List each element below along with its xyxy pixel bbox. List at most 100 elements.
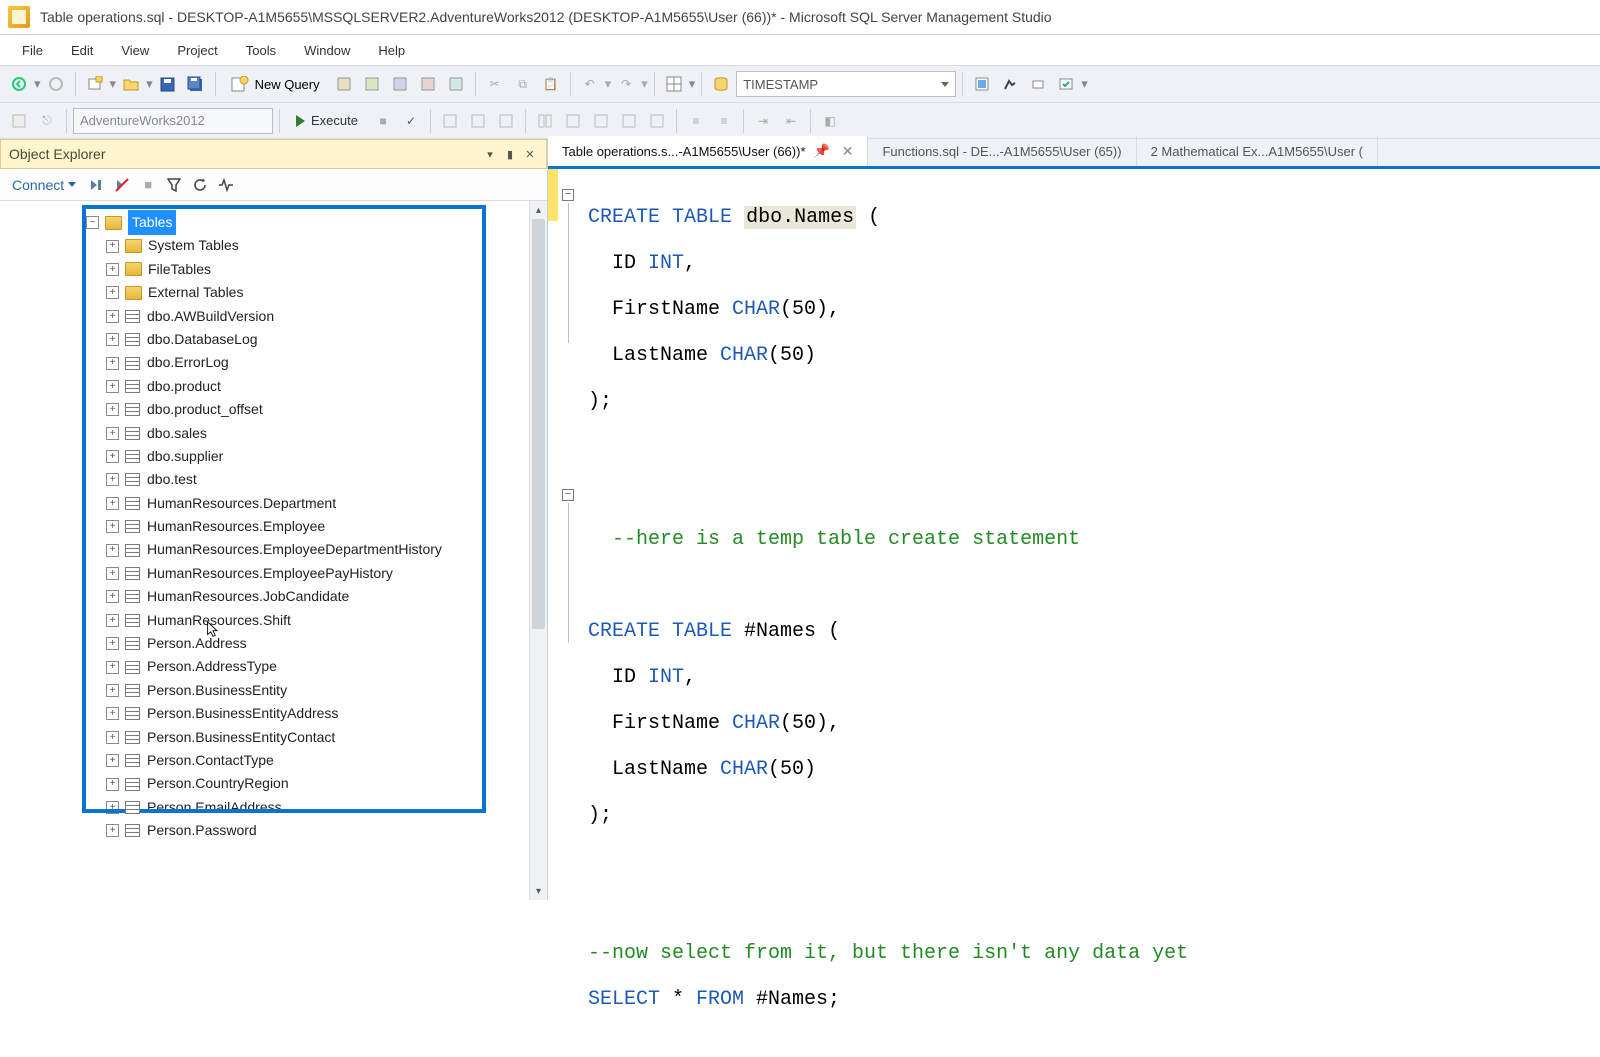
tree-node[interactable]: Tables <box>86 211 547 234</box>
tree-node[interactable]: HumanResources.EmployeePayHistory <box>86 562 547 585</box>
tb-db-icon[interactable] <box>708 71 734 97</box>
save-all-icon[interactable] <box>183 71 209 97</box>
tree-node[interactable]: dbo.ErrorLog <box>86 351 547 374</box>
tree-node[interactable]: dbo.sales <box>86 422 547 445</box>
oe-icon-1[interactable] <box>84 173 108 197</box>
expander-icon[interactable] <box>106 801 119 814</box>
tree-node[interactable]: dbo.DatabaseLog <box>86 328 547 351</box>
tb-icon-b[interactable] <box>997 71 1023 97</box>
tree-node[interactable]: HumanResources.Department <box>86 492 547 515</box>
new-query-button[interactable]: New Query <box>222 70 329 98</box>
expander-icon[interactable] <box>106 473 119 486</box>
menu-file[interactable]: File <box>10 39 55 62</box>
expander-icon[interactable] <box>106 263 119 276</box>
code-editor[interactable]: CREATE TABLE dbo.Names ( ID INT, FirstNa… <box>548 169 1600 900</box>
expander-icon[interactable] <box>106 637 119 650</box>
object-explorer-tree[interactable]: TablesSystem TablesFileTablesExternal Ta… <box>0 201 547 900</box>
redo-icon[interactable]: ↷ <box>613 71 639 97</box>
tree-node[interactable]: Person.ContactType <box>86 749 547 772</box>
expander-icon[interactable] <box>106 403 119 416</box>
pin-icon[interactable]: ▮ <box>502 146 518 162</box>
execute-button[interactable]: Execute <box>286 107 368 135</box>
expander-icon[interactable] <box>106 731 119 744</box>
tree-node[interactable]: HumanResources.EmployeeDepartmentHistory <box>86 538 547 561</box>
tb-icon-3[interactable] <box>387 71 413 97</box>
scroll-up-icon[interactable]: ▴ <box>530 201 547 219</box>
expander-icon[interactable] <box>106 684 119 697</box>
expander-icon[interactable] <box>106 286 119 299</box>
pin-icon[interactable]: 📌 <box>814 143 830 159</box>
open-icon[interactable] <box>118 71 144 97</box>
scroll-thumb[interactable] <box>532 219 545 629</box>
tree-node[interactable]: Person.CountryRegion <box>86 772 547 795</box>
expander-icon[interactable] <box>106 567 119 580</box>
expander-icon[interactable] <box>106 427 119 440</box>
tree-node[interactable]: Person.EmailAddress <box>86 796 547 819</box>
filter-icon[interactable] <box>162 173 186 197</box>
expander-icon[interactable] <box>106 450 119 463</box>
undo-icon[interactable]: ↶ <box>577 71 603 97</box>
code-content[interactable]: CREATE TABLE dbo.Names ( ID INT, FirstNa… <box>588 183 1600 1057</box>
tb-icon-a[interactable] <box>969 71 995 97</box>
tree-node[interactable]: System Tables <box>86 234 547 257</box>
expander-icon[interactable] <box>106 333 119 346</box>
tree-node[interactable]: Person.Password <box>86 819 547 842</box>
expander-icon[interactable] <box>106 824 119 837</box>
tree-node[interactable]: Person.BusinessEntityAddress <box>86 702 547 725</box>
nav-back-icon[interactable] <box>6 71 32 97</box>
expander-icon[interactable] <box>106 310 119 323</box>
expander-icon[interactable] <box>106 380 119 393</box>
menu-view[interactable]: View <box>109 39 161 62</box>
scrollbar[interactable]: ▴ ▾ <box>529 201 547 900</box>
expander-icon[interactable] <box>106 544 119 557</box>
connect-button[interactable]: Connect <box>6 177 82 193</box>
close-icon[interactable]: ✕ <box>842 143 854 160</box>
expander-icon[interactable] <box>86 216 99 229</box>
new-project-icon[interactable] <box>82 71 108 97</box>
menu-window[interactable]: Window <box>292 39 362 62</box>
expander-icon[interactable] <box>106 520 119 533</box>
tree-node[interactable]: HumanResources.JobCandidate <box>86 585 547 608</box>
tree-node[interactable]: Person.Address <box>86 632 547 655</box>
tab-table-operations[interactable]: Table operations.s...-A1M5655\User (66))… <box>548 136 868 166</box>
menu-tools[interactable]: Tools <box>234 39 288 62</box>
tab-math-ex[interactable]: 2 Mathematical Ex...A1M5655\User ( <box>1137 136 1378 166</box>
expander-icon[interactable] <box>106 590 119 603</box>
expander-icon[interactable] <box>106 497 119 510</box>
database-combo[interactable]: AdventureWorks2012 <box>73 108 273 134</box>
tb-icon-2[interactable] <box>359 71 385 97</box>
tree-node[interactable]: Person.AddressType <box>86 655 547 678</box>
tree-node[interactable]: dbo.product <box>86 375 547 398</box>
refresh-icon[interactable] <box>188 173 212 197</box>
menu-edit[interactable]: Edit <box>59 39 105 62</box>
dropdown-icon[interactable]: ▾ <box>482 146 498 162</box>
oe-activity-icon[interactable] <box>214 173 238 197</box>
expander-icon[interactable] <box>106 754 119 767</box>
tb-icon-1[interactable] <box>331 71 357 97</box>
expander-icon[interactable] <box>106 661 119 674</box>
tb-icon-c[interactable] <box>1025 71 1051 97</box>
expander-icon[interactable] <box>106 778 119 791</box>
tree-node[interactable]: Person.BusinessEntityContact <box>86 726 547 749</box>
menu-project[interactable]: Project <box>165 39 229 62</box>
oe-icon-disconnect[interactable] <box>110 173 134 197</box>
fold-box-icon[interactable] <box>562 489 574 501</box>
fold-box-icon[interactable] <box>562 189 574 201</box>
tree-node[interactable]: dbo.supplier <box>86 445 547 468</box>
expander-icon[interactable] <box>106 357 119 370</box>
tb-icon-4[interactable] <box>415 71 441 97</box>
tree-node[interactable]: HumanResources.Shift <box>86 609 547 632</box>
tree-node[interactable]: External Tables <box>86 281 547 304</box>
tree-node[interactable]: dbo.test <box>86 468 547 491</box>
expander-icon[interactable] <box>106 240 119 253</box>
tree-node[interactable]: HumanResources.Employee <box>86 515 547 538</box>
parse-icon[interactable]: ✓ <box>398 108 424 134</box>
tree-node[interactable]: Person.BusinessEntity <box>86 679 547 702</box>
scroll-down-icon[interactable]: ▾ <box>530 882 547 900</box>
save-icon[interactable] <box>155 71 181 97</box>
expander-icon[interactable] <box>106 707 119 720</box>
expander-icon[interactable] <box>106 614 119 627</box>
close-icon[interactable]: ✕ <box>522 146 538 162</box>
tree-node[interactable]: dbo.product_offset <box>86 398 547 421</box>
tb-icon-5[interactable] <box>443 71 469 97</box>
